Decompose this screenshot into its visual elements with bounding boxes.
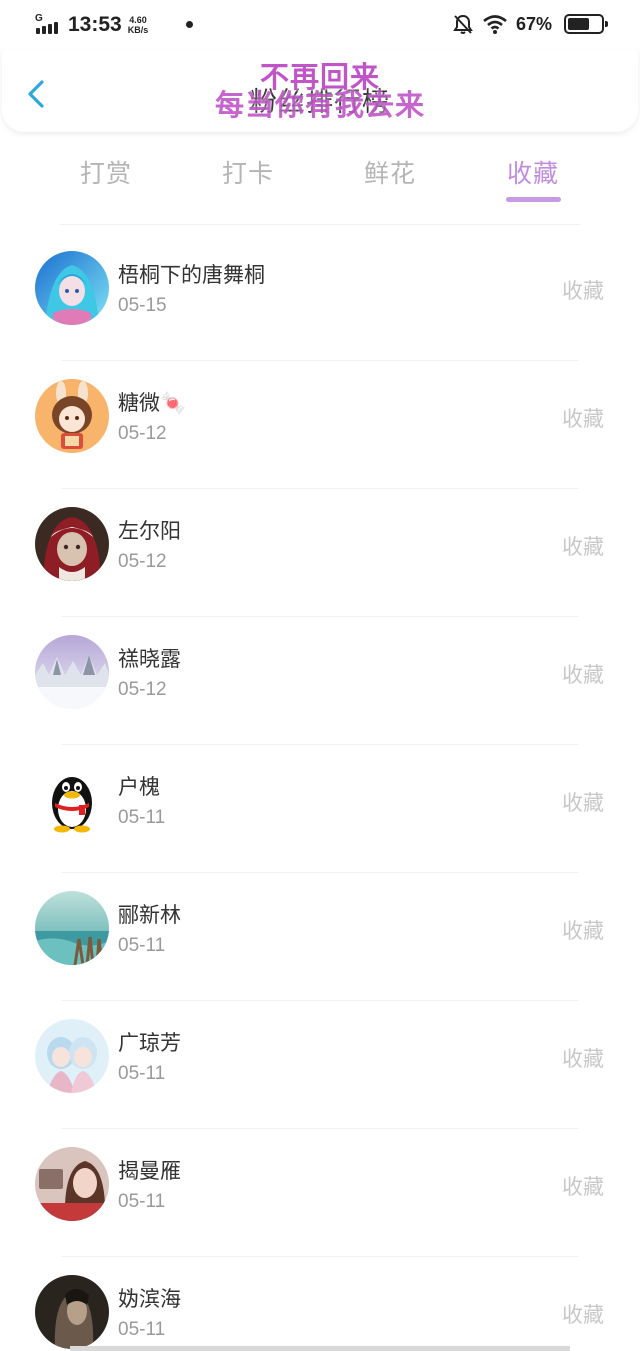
tab-flowers[interactable]: 鲜花	[330, 154, 450, 190]
fan-name: 广琼芳	[118, 1031, 181, 1055]
network-type: G	[35, 13, 43, 24]
watermark-text-bottom: 每当你有我去来	[214, 88, 425, 122]
fan-name: 左尔阳	[118, 519, 181, 543]
seaside-avatar[interactable]	[35, 891, 109, 965]
notification-dot	[186, 21, 193, 28]
fan-date: 05-12	[118, 423, 167, 444]
fan-list: 梧桐下的唐舞桐 05-15 收藏 糖微🍬 05-12 收藏 左尔阳 05-12 …	[0, 233, 640, 1351]
qq-penguin-avatar[interactable]	[35, 763, 109, 837]
fan-name: 妫滨海	[118, 1287, 181, 1311]
red-hood-avatar[interactable]	[35, 507, 109, 581]
mute-bell-icon	[453, 14, 473, 34]
signal-icon: G	[34, 13, 64, 38]
tab-checkin[interactable]: 打卡	[188, 154, 308, 190]
fan-name: 户槐	[118, 775, 160, 799]
list-item[interactable]: 禚晓露 05-12 收藏	[0, 617, 640, 745]
battery-percent: 67%	[515, 13, 552, 34]
list-item[interactable]: 左尔阳 05-12 收藏	[0, 489, 640, 617]
fan-date: 05-15	[118, 295, 167, 316]
battery-icon	[564, 14, 608, 34]
favorite-label: 收藏	[562, 407, 604, 431]
fan-date: 05-11	[118, 1191, 166, 1212]
snow-landscape-avatar[interactable]	[35, 635, 109, 709]
fan-date: 05-11	[118, 1063, 166, 1084]
fan-name: 揭曼雁	[118, 1159, 181, 1183]
fan-name: 糖微🍬	[118, 391, 187, 415]
fan-name: 郦新林	[118, 903, 181, 927]
favorite-label: 收藏	[562, 663, 604, 687]
anime-girl-blue-avatar[interactable]	[35, 251, 109, 325]
divider	[60, 224, 580, 225]
list-item[interactable]: 户槐 05-11 收藏	[0, 745, 640, 873]
favorite-label: 收藏	[562, 1303, 604, 1327]
status-bar: G 13:53 4.60 KB/s 67%	[0, 0, 640, 50]
list-item[interactable]: 郦新林 05-11 收藏	[0, 873, 640, 1001]
header: 粉丝排行榜 不再回来 每当你有我去来	[2, 50, 638, 132]
network-speed: 4.60 KB/s	[127, 15, 149, 35]
dark-portrait-avatar[interactable]	[35, 1275, 109, 1349]
tab-reward[interactable]: 打赏	[46, 154, 166, 190]
fan-name: 梧桐下的唐舞桐	[118, 263, 265, 287]
fan-date: 05-12	[118, 551, 167, 572]
favorite-label: 收藏	[562, 535, 604, 559]
list-item[interactable]: 妫滨海 05-11 收藏	[0, 1257, 640, 1351]
favorite-label: 收藏	[562, 279, 604, 303]
fan-date: 05-12	[118, 679, 167, 700]
list-item[interactable]: 揭曼雁 05-11 收藏	[0, 1129, 640, 1257]
favorite-label: 收藏	[562, 919, 604, 943]
tab-favorites[interactable]: 收藏	[473, 154, 593, 190]
fan-name: 禚晓露	[118, 647, 181, 671]
active-tab-indicator	[506, 197, 561, 202]
list-item[interactable]: 广琼芳 05-11 收藏	[0, 1001, 640, 1129]
status-time: 13:53	[68, 13, 122, 36]
favorite-label: 收藏	[562, 1047, 604, 1071]
favorite-label: 收藏	[562, 1175, 604, 1199]
woman-portrait-avatar[interactable]	[35, 1147, 109, 1221]
list-item[interactable]: 糖微🍬 05-12 收藏	[0, 361, 640, 489]
wifi-icon	[483, 15, 507, 34]
fan-date: 05-11	[118, 935, 166, 956]
favorite-label: 收藏	[562, 791, 604, 815]
rabbit-girl-avatar[interactable]	[35, 379, 109, 453]
fan-date: 05-11	[118, 1319, 166, 1340]
scroll-indicator	[70, 1346, 570, 1351]
fan-date: 05-11	[118, 807, 166, 828]
list-item[interactable]: 梧桐下的唐舞桐 05-15 收藏	[0, 233, 640, 361]
anime-twins-avatar[interactable]	[35, 1019, 109, 1093]
